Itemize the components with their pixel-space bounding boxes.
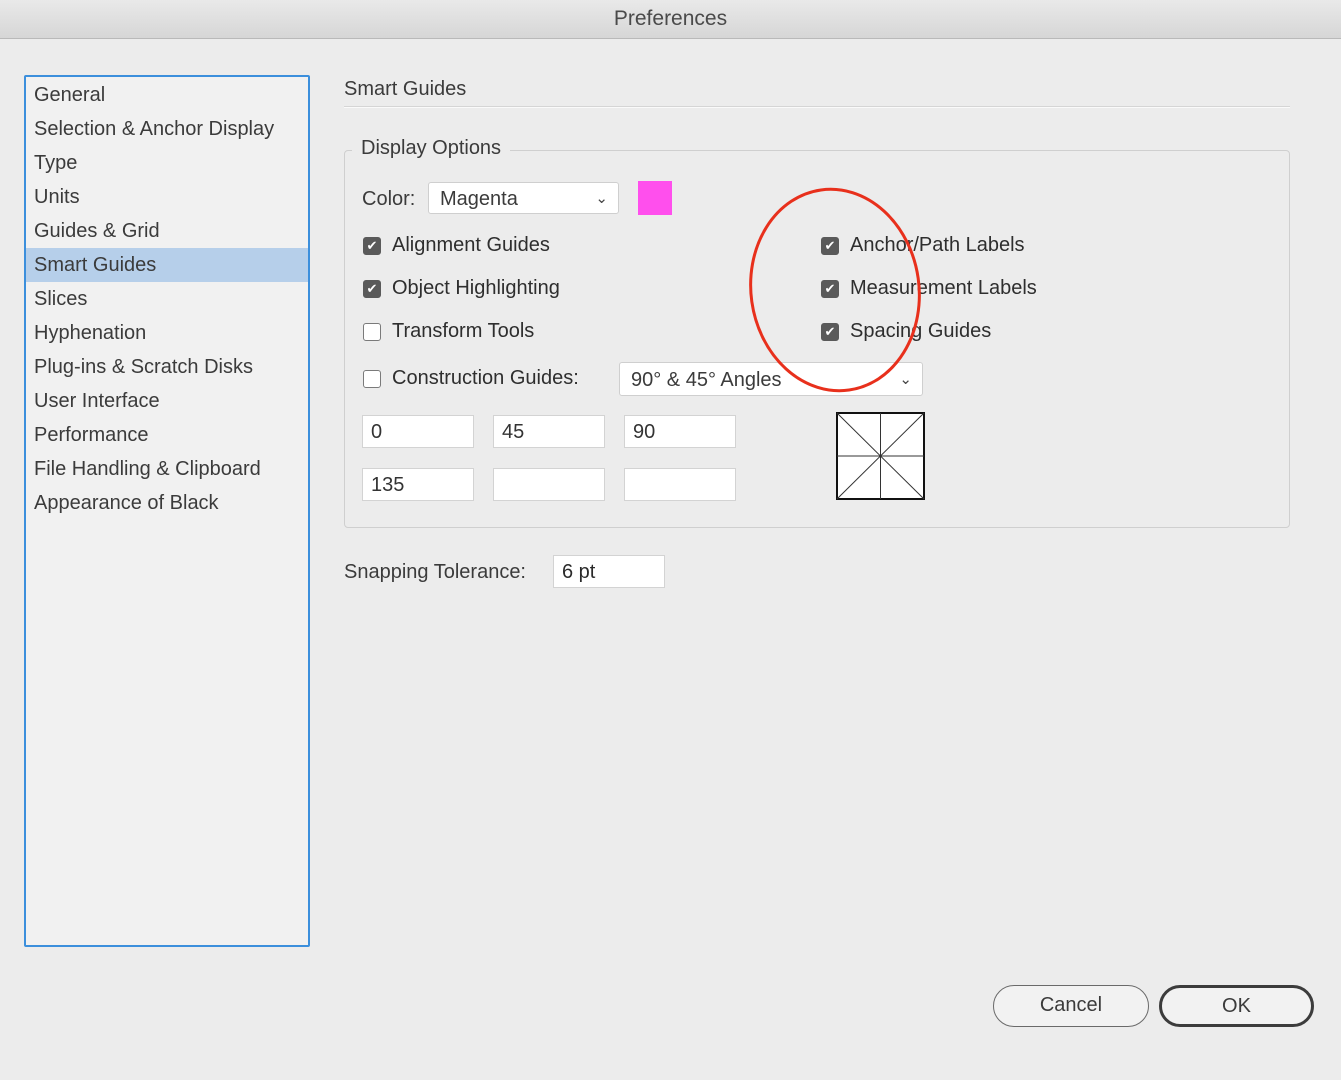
- object-highlighting-label: Object Highlighting: [392, 277, 560, 299]
- alignment-guides-label: Alignment Guides: [392, 234, 550, 256]
- display-options-legend: Display Options: [352, 137, 511, 160]
- sidebar-item-general[interactable]: General: [26, 78, 308, 112]
- sidebar-item-plugins-scratch-disks[interactable]: Plug-ins & Scratch Disks: [26, 350, 308, 384]
- anchor-path-labels-label: Anchor/Path Labels: [850, 234, 1025, 256]
- sidebar-item-hyphenation[interactable]: Hyphenation: [26, 316, 308, 350]
- sidebar-item-slices[interactable]: Slices: [26, 282, 308, 316]
- preferences-category-list[interactable]: General Selection & Anchor Display Type …: [24, 75, 310, 947]
- sidebar-item-performance[interactable]: Performance: [26, 418, 308, 452]
- construction-guides-label: Construction Guides:: [392, 367, 579, 389]
- checkbox-checked-icon: [821, 279, 839, 298]
- color-select[interactable]: Magenta ⌄: [428, 182, 619, 214]
- anchor-path-labels-checkbox[interactable]: Anchor/Path Labels: [821, 234, 1025, 257]
- cancel-button[interactable]: Cancel: [993, 985, 1149, 1027]
- checkbox-unchecked-icon: [363, 322, 381, 341]
- sidebar-item-user-interface[interactable]: User Interface: [26, 384, 308, 418]
- angle-field-4[interactable]: 135: [362, 468, 474, 501]
- angle-field-2[interactable]: 45: [493, 415, 605, 448]
- checkbox-checked-icon: [821, 322, 839, 341]
- sidebar-item-guides-grid[interactable]: Guides & Grid: [26, 214, 308, 248]
- ok-button[interactable]: OK: [1159, 985, 1314, 1027]
- chevron-down-icon: ⌄: [595, 190, 608, 207]
- checkbox-checked-icon: [363, 236, 381, 255]
- sidebar-item-file-handling-clipboard[interactable]: File Handling & Clipboard: [26, 452, 308, 486]
- color-label: Color:: [362, 188, 416, 210]
- transform-tools-label: Transform Tools: [392, 320, 535, 342]
- alignment-guides-checkbox[interactable]: Alignment Guides: [363, 234, 550, 257]
- object-highlighting-checkbox[interactable]: Object Highlighting: [363, 277, 560, 300]
- sidebar-item-smart-guides[interactable]: Smart Guides: [26, 248, 308, 282]
- checkbox-checked-icon: [821, 236, 839, 255]
- angle-field-5[interactable]: [493, 468, 605, 501]
- sidebar-item-units[interactable]: Units: [26, 180, 308, 214]
- color-swatch[interactable]: [638, 181, 672, 215]
- snapping-tolerance-field[interactable]: 6 pt: [553, 555, 665, 588]
- angle-field-3[interactable]: 90: [624, 415, 736, 448]
- measurement-labels-checkbox[interactable]: Measurement Labels: [821, 277, 1037, 300]
- sidebar-item-type[interactable]: Type: [26, 146, 308, 180]
- construction-guides-checkbox[interactable]: Construction Guides:: [363, 367, 579, 390]
- sidebar-item-appearance-of-black[interactable]: Appearance of Black: [26, 486, 308, 520]
- angle-field-6[interactable]: [624, 468, 736, 501]
- chevron-down-icon: ⌄: [899, 371, 912, 388]
- snapping-tolerance-label: Snapping Tolerance:: [344, 561, 526, 583]
- construction-angles-value: 90° & 45° Angles: [631, 369, 782, 391]
- construction-angles-select[interactable]: 90° & 45° Angles ⌄: [619, 362, 923, 396]
- section-title: Smart Guides: [344, 78, 467, 100]
- window-title: Preferences: [0, 0, 1341, 39]
- sidebar-item-selection-anchor-display[interactable]: Selection & Anchor Display: [26, 112, 308, 146]
- angle-field-1[interactable]: 0: [362, 415, 474, 448]
- section-divider: [344, 106, 1290, 108]
- checkbox-checked-icon: [363, 279, 381, 298]
- construction-angles-preview: [836, 412, 925, 500]
- measurement-labels-label: Measurement Labels: [850, 277, 1037, 299]
- checkbox-unchecked-icon: [363, 369, 381, 388]
- color-select-value: Magenta: [440, 188, 518, 210]
- spacing-guides-label: Spacing Guides: [850, 320, 992, 342]
- transform-tools-checkbox[interactable]: Transform Tools: [363, 320, 534, 343]
- spacing-guides-checkbox[interactable]: Spacing Guides: [821, 320, 991, 343]
